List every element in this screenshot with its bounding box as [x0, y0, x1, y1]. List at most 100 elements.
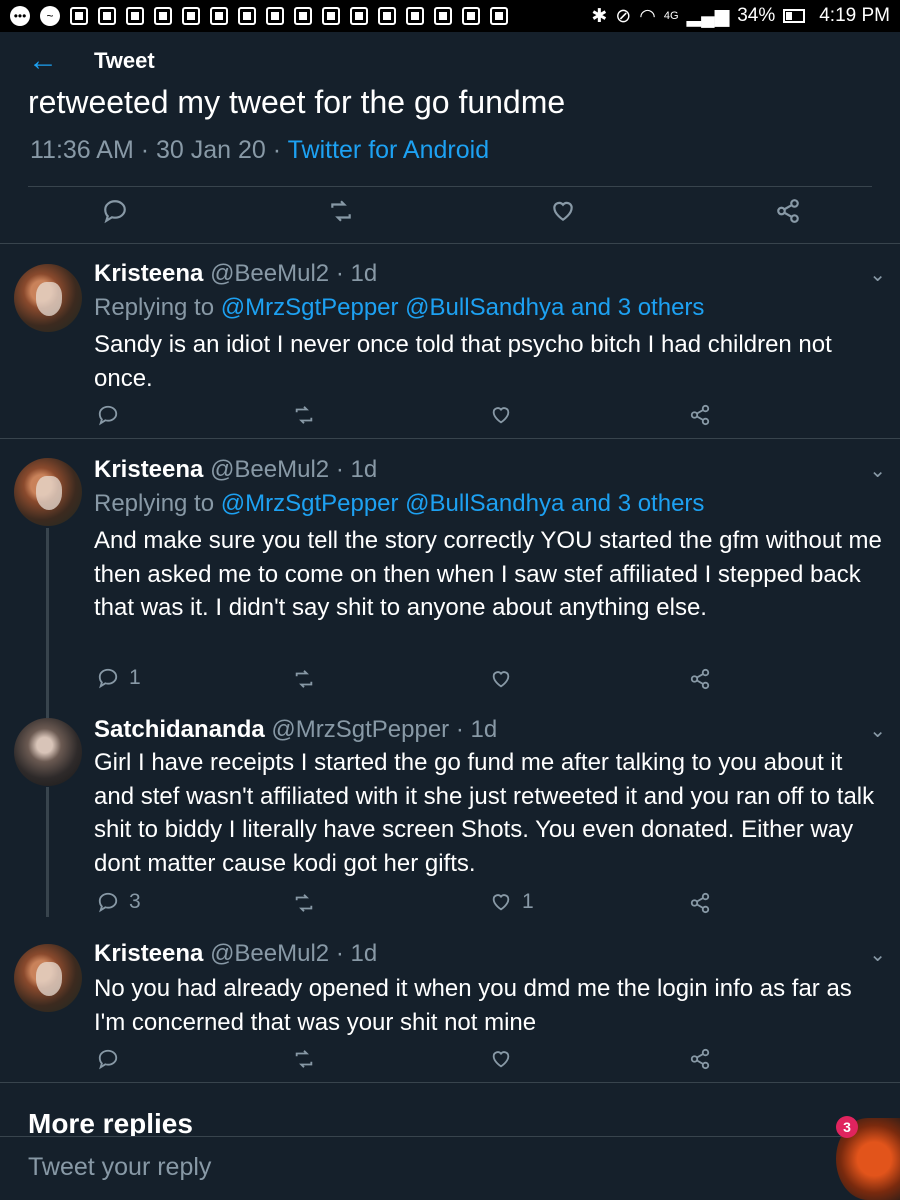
notification-icon [126, 7, 144, 25]
display-name[interactable]: Kristeena [94, 260, 203, 287]
chevron-down-icon[interactable]: ⌄ [869, 458, 886, 483]
like-count: 1 [522, 890, 534, 913]
user-handle[interactable]: @BeeMul2 [210, 456, 329, 483]
tweet-text: Girl I have receipts I started the go fu… [94, 749, 875, 877]
reply-icon [98, 892, 118, 913]
avatar[interactable] [14, 264, 82, 332]
system-icons: ✱ ⊘ ◠ 4G ▂▄▆ 34% 4:19 PM [591, 5, 890, 28]
more-replies-heading: More replies [28, 1108, 193, 1138]
reply-action[interactable]: 1 [97, 666, 141, 690]
retweet-icon[interactable] [292, 1048, 316, 1070]
status-bar: ••• ~ ✱ ⊘ ◠ 4G ▂▄▆ 34% 4:19 PM [0, 0, 900, 32]
clock: 4:19 PM [819, 5, 890, 26]
reply-tweet[interactable]: Kristeena @BeeMul2 · 1d ⌄ No you had alr… [0, 930, 900, 1082]
retweet-icon[interactable] [292, 668, 316, 690]
share-icon[interactable] [689, 404, 711, 426]
display-name[interactable]: Kristeena [94, 456, 203, 483]
reply-count: 3 [129, 890, 141, 913]
tweet-text: No you had already opened it when you dm… [94, 975, 852, 1036]
reply-tweet[interactable]: Kristeena @BeeMul2 · 1d ⌄ Replying to @M… [0, 244, 900, 438]
user-handle[interactable]: @MrzSgtPepper [271, 716, 449, 743]
notification-icon [322, 7, 340, 25]
wifi-icon: ◠ [639, 5, 656, 27]
page-title: Tweet [94, 48, 155, 73]
mentions-link[interactable]: @MrzSgtPepper @BullSandhya and 3 others [221, 294, 705, 321]
tweet-age: 1d [350, 260, 378, 287]
back-arrow-icon[interactable]: ← [28, 46, 58, 76]
user-handle[interactable]: @BeeMul2 [210, 260, 329, 287]
reply-icon [98, 668, 118, 689]
notification-icon [70, 7, 88, 25]
reply-icon[interactable] [97, 1048, 119, 1070]
notification-icon [98, 7, 116, 25]
notification-icon [490, 7, 508, 25]
notification-icon [434, 7, 452, 25]
tweet-source-link[interactable]: Twitter for Android [288, 136, 489, 164]
chevron-down-icon[interactable]: ⌄ [869, 942, 886, 967]
app-header: ← Tweet [0, 32, 900, 90]
signal-icon: ▂▄▆ [686, 5, 730, 27]
battery-icon [783, 9, 806, 23]
notification-icon [350, 7, 368, 25]
share-icon[interactable] [689, 1048, 711, 1070]
avatar[interactable] [14, 718, 82, 786]
mentions-link[interactable]: @MrzSgtPepper @BullSandhya and 3 others [221, 490, 705, 517]
retweet-icon[interactable] [327, 198, 355, 224]
tweet-date: 30 Jan 20 [156, 136, 266, 164]
heart-icon[interactable] [490, 1048, 512, 1070]
reply-tweet[interactable]: Kristeena @BeeMul2 · 1d ⌄ Replying to @M… [0, 440, 900, 702]
main-tweet-text: retweeted my tweet for the go fundme [28, 84, 566, 120]
display-name[interactable]: Kristeena [94, 940, 203, 967]
avatar[interactable] [14, 944, 82, 1012]
battery-percent: 34% [737, 5, 776, 26]
reply-header: Kristeena @BeeMul2 · 1d [94, 940, 378, 967]
notification-icon [210, 7, 228, 25]
share-icon[interactable] [689, 892, 711, 914]
reply-input[interactable]: Tweet your reply [28, 1153, 211, 1182]
retweet-icon[interactable] [292, 892, 316, 914]
reply-count: 1 [129, 666, 141, 689]
reply-header: Kristeena @BeeMul2 · 1d [94, 456, 378, 483]
replying-to: Replying to @MrzSgtPepper @BullSandhya a… [94, 294, 705, 321]
divider [0, 1082, 900, 1083]
retweet-icon[interactable] [292, 404, 316, 426]
reply-icon[interactable] [97, 404, 119, 426]
main-tweet-meta: 11:36 AM · 30 Jan 20 · Twitter for Andro… [30, 136, 490, 164]
replying-to: Replying to @MrzSgtPepper @BullSandhya a… [94, 490, 705, 517]
notification-icon [462, 7, 480, 25]
tweet-age: 1d [350, 940, 378, 967]
reply-action[interactable]: 3 [97, 890, 141, 914]
notification-icon [378, 7, 396, 25]
reply-tweet[interactable]: Satchidananda @MrzSgtPepper · 1d ⌄ Girl … [0, 702, 900, 930]
reply-composer[interactable]: Tweet your reply [0, 1136, 900, 1200]
bluetooth-icon: ✱ [591, 5, 608, 27]
notification-icon [294, 7, 312, 25]
do-not-disturb-icon: ⊘ [615, 5, 632, 27]
tweet-age: 1d [350, 456, 378, 483]
notification-badge: 3 [836, 1116, 858, 1138]
message-icon: ••• [10, 6, 30, 26]
notification-icon [182, 7, 200, 25]
network-type: 4G [663, 10, 679, 22]
divider [28, 186, 872, 187]
display-name[interactable]: Satchidananda [94, 716, 265, 743]
reply-header: Satchidananda @MrzSgtPepper · 1d [94, 716, 498, 743]
heart-icon[interactable] [550, 198, 576, 224]
chevron-down-icon[interactable]: ⌄ [869, 262, 886, 287]
divider [0, 438, 900, 439]
share-icon[interactable] [689, 668, 711, 690]
reply-icon[interactable] [102, 198, 128, 224]
heart-icon[interactable] [490, 668, 512, 690]
tweet-text: Sandy is an idiot I never once told that… [94, 331, 832, 392]
share-icon[interactable] [775, 198, 801, 224]
reply-header: Kristeena @BeeMul2 · 1d [94, 260, 378, 287]
user-handle[interactable]: @BeeMul2 [210, 940, 329, 967]
tweet-age: 1d [470, 716, 498, 743]
tweet-time: 11:36 AM [30, 136, 134, 164]
heart-icon[interactable] [490, 404, 512, 426]
avatar[interactable] [14, 458, 82, 526]
like-action[interactable]: 1 [490, 890, 534, 914]
messenger-icon: ~ [40, 6, 60, 26]
heart-icon [492, 894, 510, 911]
chevron-down-icon[interactable]: ⌄ [869, 718, 886, 743]
